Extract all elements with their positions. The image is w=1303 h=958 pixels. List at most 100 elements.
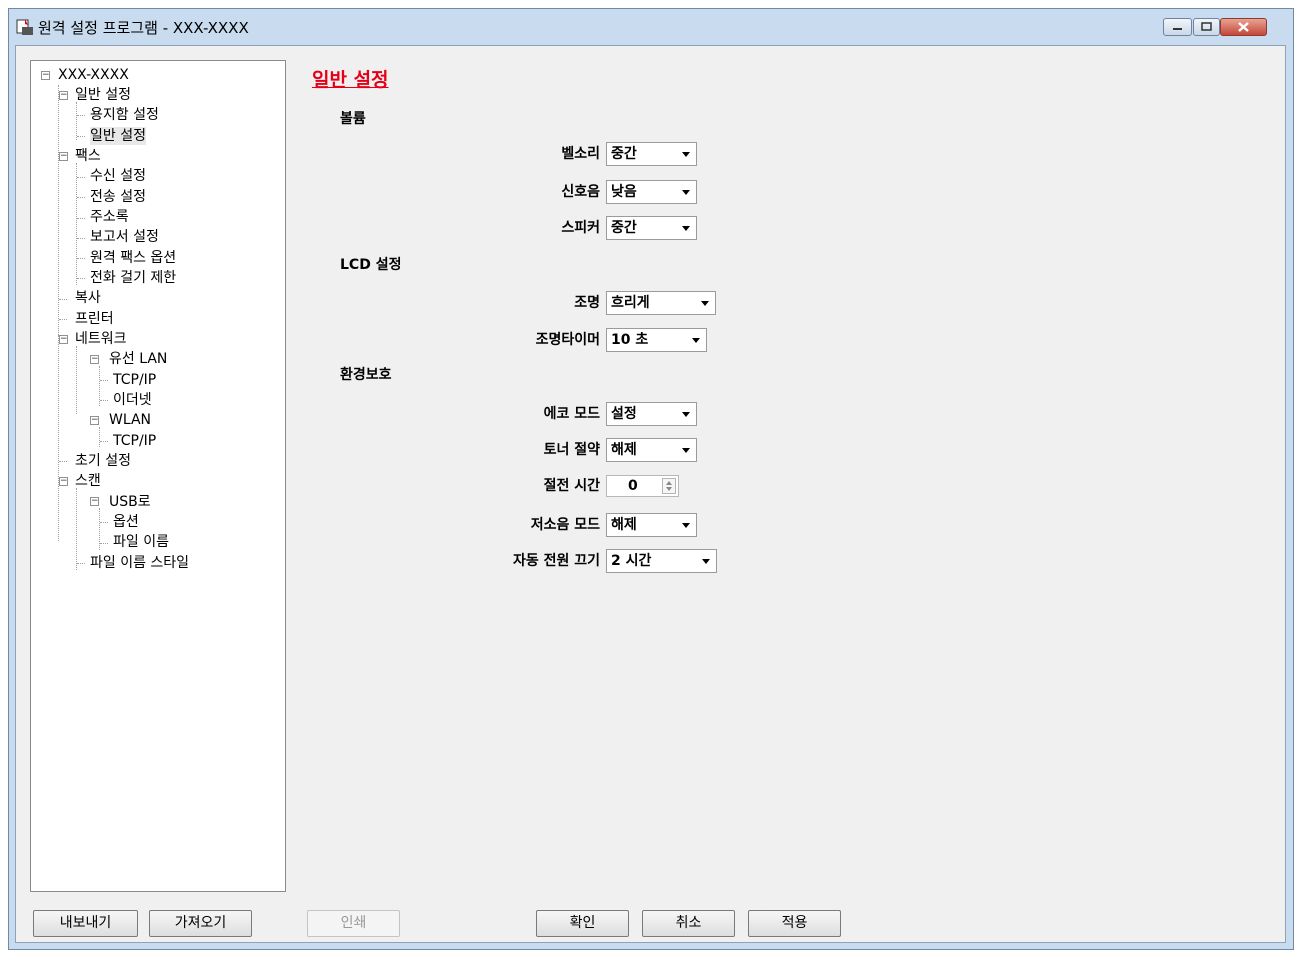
tree-line <box>100 400 108 401</box>
minimize-icon <box>1173 28 1182 30</box>
tree-line <box>59 319 67 320</box>
tree-line <box>100 522 108 523</box>
chevron-down-icon <box>682 523 690 528</box>
tree-line <box>100 380 108 381</box>
dim-timer-value: 10 초 <box>611 332 649 348</box>
collapse-icon[interactable]: − <box>90 416 99 425</box>
tree-item-usb-options[interactable]: 옵션 <box>113 513 139 531</box>
quiet-mode-label: 저소음 모드 <box>530 517 600 533</box>
speaker-label: 스피커 <box>561 220 600 236</box>
tree-line <box>76 346 77 414</box>
tree-item-scan[interactable]: 스캔 <box>75 472 101 490</box>
minimize-button[interactable] <box>1163 18 1192 36</box>
tree-item-fax[interactable]: 팩스 <box>75 147 101 165</box>
tree-item-general[interactable]: 일반 설정 <box>75 86 131 104</box>
collapse-icon[interactable]: − <box>59 335 68 344</box>
speaker-volume-select[interactable]: 중간 <box>606 216 697 240</box>
tree-line <box>77 177 85 178</box>
collapse-icon[interactable]: − <box>59 477 68 486</box>
tree-item-ethernet[interactable]: 이더넷 <box>113 391 152 409</box>
tree-line <box>76 102 77 140</box>
app-window: 원격 설정 프로그램 - XXX-XXXX − − − − − − − − XX… <box>8 8 1294 950</box>
maximize-button[interactable] <box>1193 18 1220 36</box>
beep-volume-select[interactable]: 낮음 <box>606 180 697 204</box>
tree-item-wired-lan[interactable]: 유선 LAN <box>109 350 167 368</box>
tree-item-wired-tcpip[interactable]: TCP/IP <box>113 371 156 389</box>
collapse-icon[interactable]: − <box>59 152 68 161</box>
tree-item-to-usb[interactable]: USB로 <box>109 493 151 511</box>
dim-timer-select[interactable]: 10 초 <box>606 328 707 352</box>
eco-mode-select[interactable]: 설정 <box>606 402 697 426</box>
backlight-value: 흐리게 <box>611 295 650 311</box>
backlight-label: 조명 <box>574 295 600 311</box>
tree-line <box>76 163 77 285</box>
export-button[interactable]: 내보내기 <box>33 910 138 937</box>
close-icon <box>1238 22 1249 32</box>
tree-item-remote-fax-option[interactable]: 원격 팩스 옵션 <box>90 249 176 267</box>
section-lcd: LCD 설정 <box>340 257 402 273</box>
section-volume: 볼륨 <box>340 111 366 127</box>
tree-item-general-setting[interactable]: 일반 설정 <box>90 127 146 145</box>
chevron-down-icon <box>702 559 710 564</box>
print-button[interactable]: 인쇄 <box>307 910 400 937</box>
chevron-down-icon <box>682 190 690 195</box>
quiet-mode-value: 해제 <box>611 517 637 533</box>
chevron-down-icon <box>682 152 690 157</box>
tree-item-device[interactable]: XXX-XXXX <box>58 66 129 84</box>
spinner-arrows-icon[interactable] <box>662 478 676 494</box>
collapse-icon[interactable]: − <box>59 91 68 100</box>
apply-button[interactable]: 적용 <box>748 910 841 937</box>
tree-item-dial-restriction[interactable]: 전화 걸기 제한 <box>90 269 176 287</box>
close-button[interactable] <box>1220 18 1267 36</box>
tree-item-receive-setting[interactable]: 수신 설정 <box>90 167 146 185</box>
sleep-time-value: 0 <box>628 478 638 494</box>
quiet-mode-select[interactable]: 해제 <box>606 513 697 537</box>
tree-line <box>77 278 85 279</box>
tree-line <box>77 258 85 259</box>
maximize-icon <box>1201 22 1212 31</box>
tree-item-send-setting[interactable]: 전송 설정 <box>90 188 146 206</box>
dim-timer-label: 조명타이머 <box>535 332 600 348</box>
chevron-down-icon <box>682 448 690 453</box>
sleep-time-spinner[interactable]: 0 <box>606 475 679 497</box>
tree-line <box>100 441 108 442</box>
backlight-select[interactable]: 흐리게 <box>606 291 716 315</box>
tree-item-network[interactable]: 네트워크 <box>75 330 127 348</box>
collapse-icon[interactable]: − <box>90 497 99 506</box>
chevron-down-icon <box>682 226 690 231</box>
beep-label: 신호음 <box>561 184 600 200</box>
import-button[interactable]: 가져오기 <box>149 910 252 937</box>
settings-tree[interactable]: − − − − − − − − XXX-XXXX 일반 설정 용지함 설정 일반… <box>30 60 286 892</box>
chevron-down-icon <box>701 301 709 306</box>
cancel-button[interactable]: 취소 <box>642 910 735 937</box>
tree-line <box>76 488 77 570</box>
collapse-icon[interactable]: − <box>41 71 50 80</box>
page-title: 일반 설정 <box>312 69 389 91</box>
tree-item-address-book[interactable]: 주소록 <box>90 208 129 226</box>
tree-line <box>77 238 85 239</box>
tree-item-wlan[interactable]: WLAN <box>109 411 151 429</box>
collapse-icon[interactable]: − <box>90 355 99 364</box>
auto-power-off-value: 2 시간 <box>611 553 652 569</box>
ok-button[interactable]: 확인 <box>536 910 629 937</box>
auto-power-off-label: 자동 전원 끄기 <box>512 553 600 569</box>
toner-save-select[interactable]: 해제 <box>606 438 697 462</box>
tree-line <box>77 197 85 198</box>
eco-mode-label: 에코 모드 <box>543 406 600 422</box>
tree-line <box>100 543 108 544</box>
ring-volume-select[interactable]: 중간 <box>606 142 697 166</box>
tree-line <box>77 115 85 116</box>
auto-power-off-select[interactable]: 2 시간 <box>606 549 717 573</box>
tree-line <box>58 85 59 335</box>
tree-item-wlan-tcpip[interactable]: TCP/IP <box>113 432 156 450</box>
tree-item-printer[interactable]: 프린터 <box>75 310 114 328</box>
tree-item-tray-setting[interactable]: 용지함 설정 <box>90 106 159 124</box>
ring-value: 중간 <box>611 146 637 162</box>
tree-line <box>58 335 59 541</box>
window-title: 원격 설정 프로그램 - XXX-XXXX <box>38 19 249 37</box>
tree-item-file-name-style[interactable]: 파일 이름 스타일 <box>90 554 189 572</box>
tree-item-copy[interactable]: 복사 <box>75 289 101 307</box>
tree-item-initial-setup[interactable]: 초기 설정 <box>75 452 131 470</box>
tree-item-report-setting[interactable]: 보고서 설정 <box>90 228 159 246</box>
tree-item-file-name[interactable]: 파일 이름 <box>113 533 169 551</box>
